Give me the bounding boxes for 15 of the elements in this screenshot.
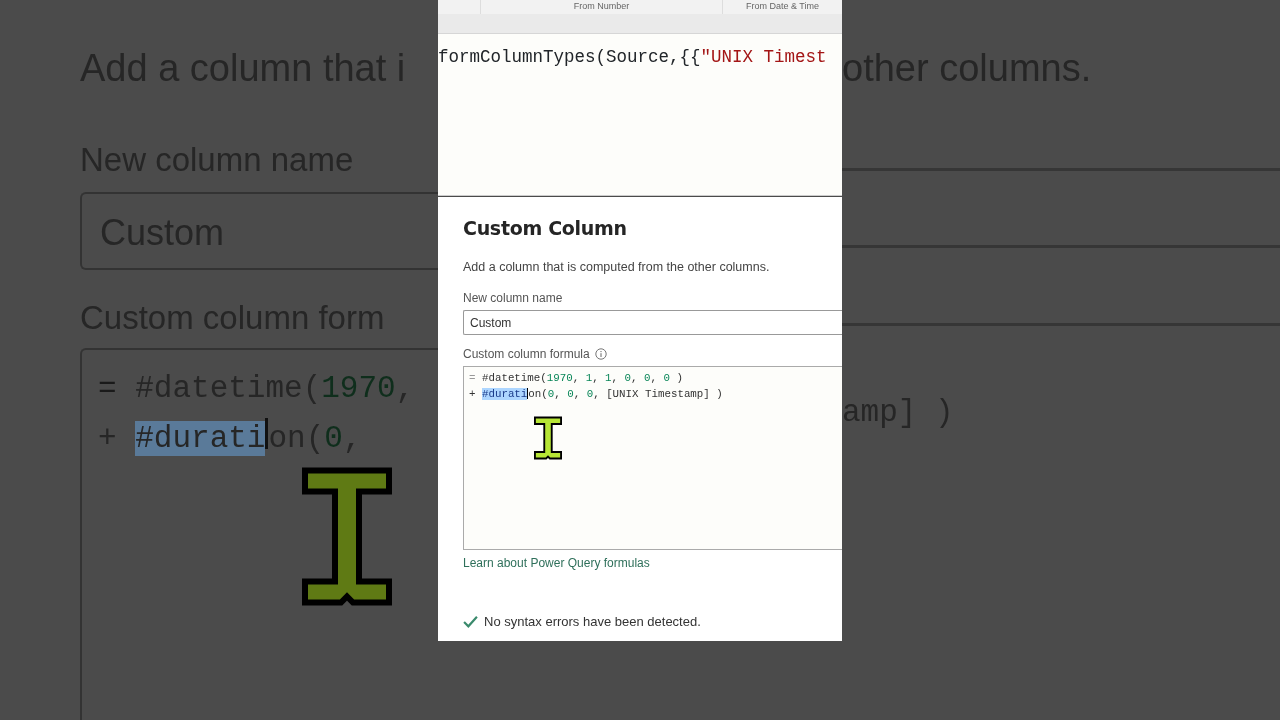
formula-bar[interactable]: formColumnTypes(Source,{{"UNIX Timest [438, 34, 842, 196]
code-line: formColumnTypes(Source,{{"UNIX Timest [438, 46, 828, 69]
help-link[interactable]: Learn about Power Query formulas [463, 554, 650, 573]
status-message: No syntax errors have been detected. [484, 613, 701, 632]
code-line: + #duration(0, 0, 0, [UNIX Timestamp] ) [469, 387, 724, 403]
field-label: New column name [463, 289, 564, 307]
code-line: = #datetime(1970, 1, 1, 0, 0, 0 ) [469, 371, 684, 387]
description-text: Add a column that is computed from the other columns. [463, 258, 771, 276]
formula-editor[interactable]: = #datetime(1970, 1, 1, 0, 0, 0 ) + #duration(0, 0, 0, [UNIX Timestamp] ) [463, 366, 842, 551]
text-cursor-icon [534, 416, 562, 461]
name-field[interactable]: Custom [463, 310, 842, 336]
dialog-title: Custom Column [463, 217, 628, 240]
info-icon[interactable] [594, 348, 607, 361]
field-label: Custom column formula [463, 346, 590, 364]
checkmark-icon [463, 615, 478, 629]
